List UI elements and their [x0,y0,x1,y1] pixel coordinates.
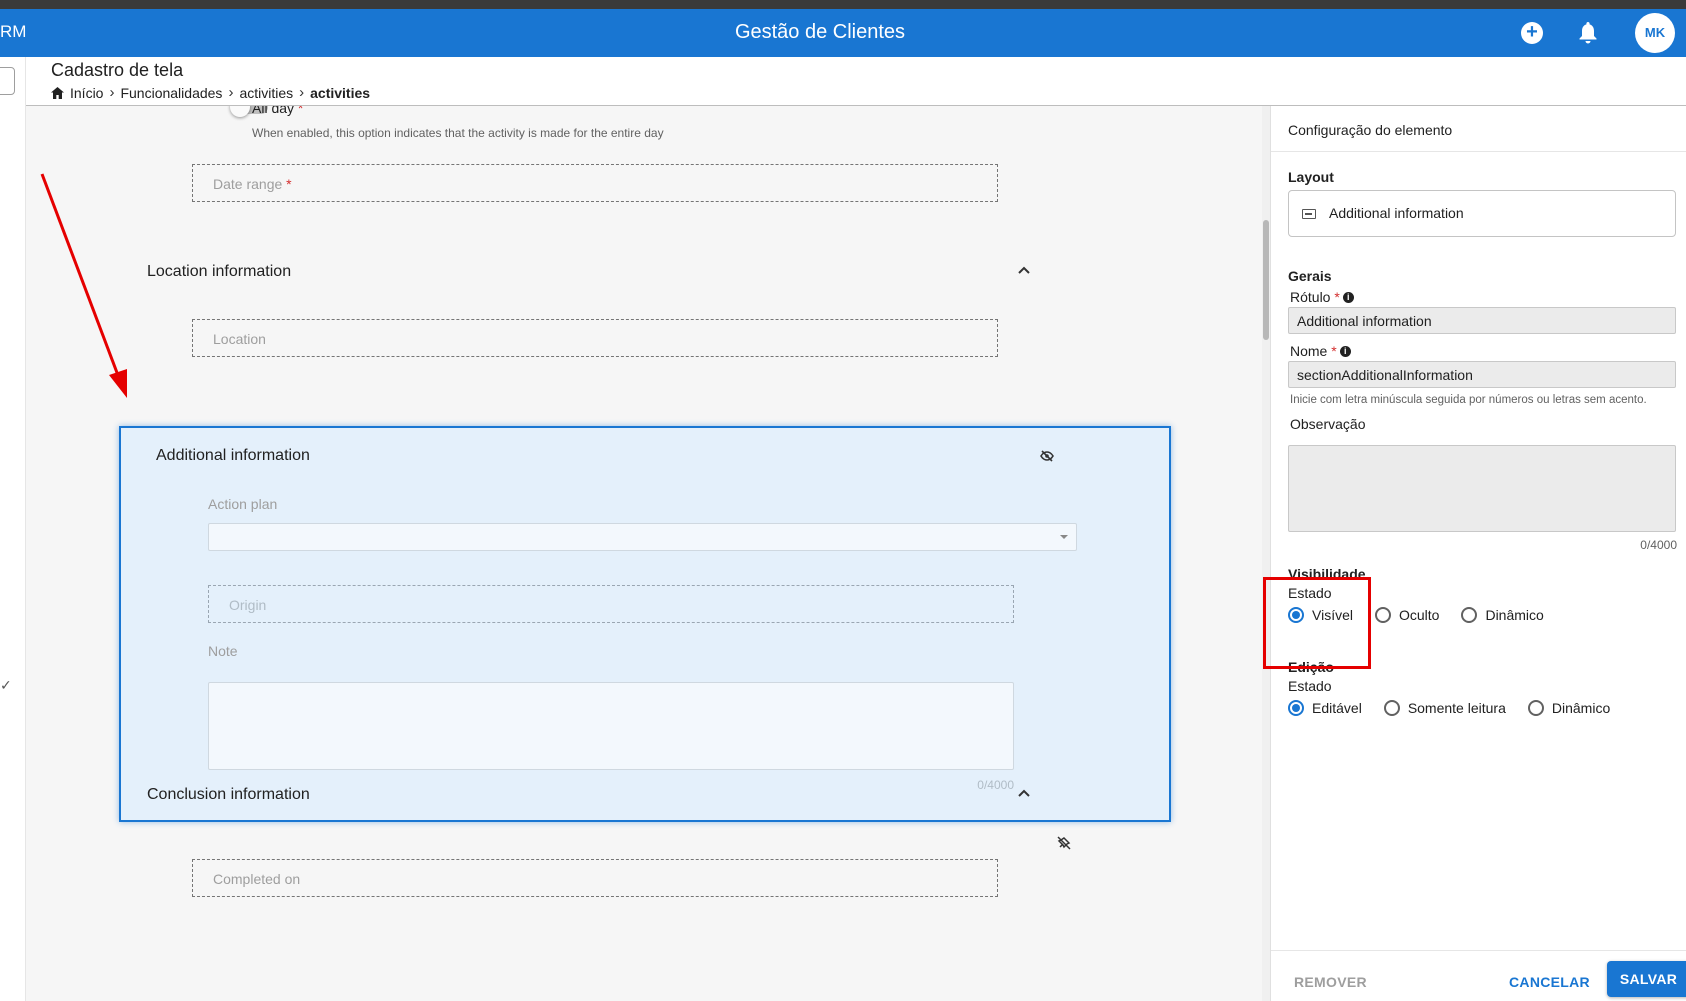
app-title: Gestão de Clientes [734,21,906,43]
gerais-heading: Gerais [1288,268,1332,284]
action-plan-select[interactable] [208,523,1077,551]
edicao-radio-group: Editável Somente leitura Dinâmico [1288,700,1632,716]
date-range-field[interactable]: Date range * [192,164,998,202]
cancel-button[interactable]: CANCELAR [1509,974,1590,990]
location-field[interactable]: Location [192,319,998,357]
section-layout-icon [1302,209,1316,219]
chevron-right-icon: › [299,84,305,101]
radio-unchecked-icon [1374,607,1391,623]
rotulo-input[interactable]: Additional information [1288,307,1676,334]
left-rail: ✓ [0,57,26,1001]
add-circle-icon[interactable]: + [1521,22,1543,44]
breadcrumb: Início › Funcionalidades › activities › … [51,84,370,101]
rotulo-label: Rótulo * i [1290,289,1354,305]
chevron-up-icon[interactable] [1018,266,1030,274]
layout-selector[interactable]: Additional information [1288,190,1676,237]
pin-off-icon[interactable] [1057,836,1071,850]
all-day-label: All day * [252,106,304,116]
all-day-hint: When enabled, this option indicates that… [252,126,664,140]
radio-unchecked-icon [1461,607,1478,623]
panel-footer: REMOVER CANCELAR SALVAR [1271,950,1686,1001]
panel-title: Configuração do elemento [1288,122,1453,138]
info-icon[interactable]: i [1342,292,1354,303]
selected-section-additional-information[interactable]: Additional information Action plan Origi… [119,426,1171,822]
note-label: Note [208,643,238,659]
radio-checked-icon [1288,700,1304,716]
remove-button[interactable]: REMOVER [1294,974,1367,990]
observacao-textarea[interactable] [1288,445,1676,532]
radio-dinamico-visibilidade[interactable]: Dinâmico [1461,607,1544,623]
page-header: Cadastro de tela Início › Funcionalidade… [26,57,1686,106]
chevron-down-icon [1060,535,1068,539]
element-config-panel: Configuração do elemento Layout Addition… [1270,106,1686,1001]
app-top-bar: RM Gestão de Clientes + MK [0,9,1686,57]
breadcrumb-item-activities[interactable]: activities [239,85,293,101]
divider [1271,151,1686,152]
observacao-label: Observação [1290,416,1366,432]
bell-icon[interactable] [1578,22,1598,49]
avatar[interactable]: MK [1635,13,1675,53]
eye-off-icon[interactable] [1040,450,1054,462]
completed-on-field[interactable]: Completed on [192,859,998,897]
save-button[interactable]: SALVAR [1607,961,1686,997]
additional-section-title: Additional information [156,447,310,464]
origin-field[interactable]: Origin [208,585,1014,623]
form-canvas: All day * When enabled, this option indi… [26,106,1268,1001]
radio-editavel[interactable]: Editável [1288,700,1362,716]
scrollbar-thumb[interactable] [1263,220,1269,340]
chevron-icon[interactable]: ✓ [0,677,12,694]
note-char-count: 0/4000 [977,778,1014,792]
red-highlight-box [1263,577,1371,669]
breadcrumb-item-funcionalidades[interactable]: Funcionalidades [120,85,222,101]
nome-hint: Inicie com letra minúscula seguida por n… [1290,394,1647,406]
radio-oculto[interactable]: Oculto [1374,607,1439,623]
action-plan-label: Action plan [208,496,278,512]
breadcrumb-item-inicio[interactable]: Início [70,85,103,101]
toggle-knob [230,106,250,117]
radio-somente-leitura[interactable]: Somente leitura [1383,700,1506,716]
breadcrumb-item-current: activities [310,84,371,101]
radio-dinamico-edicao[interactable]: Dinâmico [1527,700,1610,716]
edicao-estado-label: Estado [1288,678,1332,694]
left-rail-input[interactable] [0,67,15,95]
home-icon[interactable] [51,86,64,99]
note-textarea[interactable] [208,682,1014,770]
chevron-up-icon[interactable] [1018,789,1030,797]
chevron-right-icon: › [109,84,115,101]
radio-unchecked-icon [1383,700,1400,716]
location-section-title: Location information [147,263,292,280]
chevron-right-icon: › [228,84,234,101]
radio-unchecked-icon [1527,700,1544,716]
browser-top-strip [0,0,1686,9]
observacao-char-count: 0/4000 [1640,538,1677,552]
canvas-scrollbar[interactable] [1262,106,1270,1001]
layout-value: Additional information [1329,205,1464,221]
info-icon[interactable]: i [1339,346,1351,357]
conclusion-section-title: Conclusion information [147,786,310,803]
nome-label: Nome * i [1290,343,1351,359]
nome-input[interactable]: sectionAdditionalInformation [1288,361,1676,388]
layout-heading: Layout [1288,169,1334,185]
page-title: Cadastro de tela [51,60,184,80]
